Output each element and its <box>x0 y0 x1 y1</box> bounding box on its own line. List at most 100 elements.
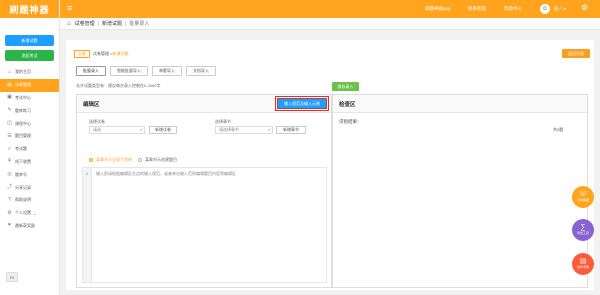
check-result-label: 识别结果： <box>339 119 362 124</box>
sidebar-item-manage[interactable]: ☰ 题目管理 <box>0 130 59 143</box>
sidebar-item-label: 个人设置 <box>15 210 31 216</box>
question-count: 共0题 <box>553 127 564 132</box>
sidebar-item-label: 题库号 <box>15 171 27 177</box>
sub-current: 新增试题 <box>112 50 129 56</box>
course-icon: ◫ <box>7 120 12 127</box>
save-input-button[interactable]: 保存录入 <box>332 82 359 91</box>
sub-path[interactable]: 试卷管理 > <box>93 51 112 57</box>
sidebar-item-label: 试卷管理 <box>15 82 31 88</box>
chevron-down-icon: ⌄ <box>33 210 37 216</box>
settings-icon: ⚙ <box>7 209 12 216</box>
breadcrumb-item-new[interactable]: 新增试题 <box>102 20 122 27</box>
paper-icon: ▤ <box>7 81 12 88</box>
sidebar-item-label: 课程中心 <box>15 120 31 126</box>
new-question-button[interactable]: 新增试题 <box>5 35 54 46</box>
app-download-link[interactable]: 刷题神器app <box>425 6 451 12</box>
sidebar-item-label: 题目管理 <box>15 133 31 139</box>
sidebar-menu: ⌂ 我的主页 ▤ 试卷管理 ▣ 考试中心 ✎ 题库练习 ◫ 课程中心 ☰ 题目管理 ✓ 考试题 ¥ 线下收费 ◎… <box>0 66 59 232</box>
exam-icon: ▣ <box>7 94 12 101</box>
breadcrumb-item-current: 批量录入 <box>129 21 150 27</box>
test-icon: ✓ <box>7 145 12 152</box>
fab-support[interactable]: ☏ 在线客服 <box>572 186 594 208</box>
home-icon: ⌂ <box>7 68 12 75</box>
tab-batch-input[interactable]: 批量录入 <box>76 66 106 76</box>
sidebar-item-label: 邀新获奖励 <box>15 222 35 228</box>
start-exam-button[interactable]: 发起考试 <box>5 50 54 61</box>
check-panel: 检查区 识别结果： 共0题 <box>332 94 588 288</box>
fab-export[interactable]: ∑ 导出工具 <box>572 219 594 241</box>
tab-single-import[interactable]: 单题导入 <box>152 66 182 76</box>
fab-manual[interactable]: ▤ 操作手册 <box>572 253 594 275</box>
back-to-list-button[interactable]: 返回列表 <box>562 49 590 58</box>
fab-manual-label: 操作手册 <box>576 265 589 270</box>
edit-panel: 编辑区 输入规范及输入示例 选择试卷 请选 ▾ 新增试卷 选择章节 请选择章节 … <box>76 94 332 288</box>
sidebar-item-help[interactable]: ? 帮助说明 <box>0 194 59 207</box>
main-card: 出卷 试卷管理 > 新增试题 返回列表 批量录入 智能批量导入 单题导入 文档导… <box>66 40 594 290</box>
radio-create[interactable] <box>138 158 142 162</box>
sidebar-item-fee[interactable]: ¥ 线下收费 <box>0 156 59 169</box>
sidebar-item-label: 考试中心 <box>15 94 31 100</box>
sidebar-item-label: 题库练习 <box>15 107 31 113</box>
sub-tag: 出卷 <box>74 49 90 58</box>
import-tabs: 批量录入 智能批量导入 单题导入 文档导入 <box>76 66 216 76</box>
tab-smart-import[interactable]: 智能批量导入 <box>110 66 148 76</box>
tab-doc-import[interactable]: 文档导入 <box>186 66 216 76</box>
input-hint: 允许试题类型有：建议每次录入控制在0-2000字 <box>76 83 161 88</box>
sidebar-item-settings[interactable]: ⚙ 个人设置 ⌄ <box>0 207 59 220</box>
breadcrumb-separator: | <box>97 20 99 27</box>
help-icon: ? <box>8 196 11 203</box>
home-icon[interactable]: ⌂ <box>67 21 71 27</box>
top-bar: ≡ 刷题神器app 联系客服 帮助中心 ☺ 赵八 ▾ ⚙ <box>60 0 600 18</box>
paper-select-value: 请选 <box>93 127 101 132</box>
fab-export-label: 导出工具 <box>576 231 589 236</box>
sidebar-item-label: 考试题 <box>15 146 27 152</box>
sidebar-item-bank[interactable]: ◎ 题库号 <box>0 168 59 181</box>
breadcrumb-item-papers[interactable]: 试卷管理 <box>75 20 95 27</box>
customer-service-link[interactable]: 联系客服 <box>468 6 486 12</box>
sidebar-item-practice[interactable]: ✎ 题库练习 <box>0 104 59 117</box>
add-chapter-button[interactable]: 新增章节 <box>276 126 306 134</box>
radio-underline-label[interactable]: 某章节示全部下划线 <box>96 157 132 163</box>
gear-icon[interactable]: ⚙ <box>581 3 588 12</box>
chapter-select-placeholder: 请选择章节 <box>219 127 239 132</box>
paper-label: 选择试卷 <box>89 119 105 124</box>
chevron-down-icon: ▾ <box>140 128 142 132</box>
username[interactable]: 赵八 <box>554 6 563 12</box>
sidebar: 刷题神器 新增试题 发起考试 ⌂ 我的主页 ▤ 试卷管理 ▣ 考试中心 ✎ 题库练习 ◫ 课程中心… <box>0 0 60 295</box>
practice-icon: ✎ <box>7 107 12 114</box>
chevron-down-icon[interactable]: ▾ <box>564 6 566 11</box>
app-logo[interactable]: 刷题神器 <box>0 0 59 18</box>
breadcrumb-separator: | <box>124 20 127 27</box>
menu-toggle-icon[interactable]: ≡ <box>67 4 72 13</box>
manage-icon: ☰ <box>7 132 12 139</box>
help-center-link[interactable]: 帮助中心 <box>504 6 522 12</box>
sidebar-item-paper[interactable]: ▤ 试卷管理 <box>0 78 59 92</box>
sidebar-item-label: 我的主页 <box>15 69 31 75</box>
radio-create-label[interactable]: 某章节示创建题目 <box>145 157 177 163</box>
share-icon: ⤴ <box>7 184 13 191</box>
sidebar-item-label: 分享记录 <box>15 184 31 190</box>
sidebar-item-test[interactable]: ✓ 考试题 <box>0 143 59 156</box>
collapse-sidebar-button[interactable]: Ri <box>6 272 18 282</box>
sidebar-item-course[interactable]: ◫ 课程中心 <box>0 117 59 130</box>
paper-select[interactable]: 请选 ▾ <box>89 126 145 134</box>
fab-support-label: 在线客服 <box>576 198 589 203</box>
chevron-down-icon: ▾ <box>268 128 270 132</box>
avatar[interactable]: ☺ <box>540 4 550 14</box>
sidebar-item-share[interactable]: ⤴ 分享记录 <box>0 181 59 194</box>
sidebar-item-home[interactable]: ⌂ 我的主页 <box>0 66 59 79</box>
sidebar-item-label: 帮助说明 <box>15 197 31 203</box>
question-editor[interactable]: 1 输入即请根据编辑区左边的输入规范，或者单击输入范例编辑题目内容到编辑区 <box>82 167 327 283</box>
add-paper-button[interactable]: 新增试卷 <box>149 126 177 134</box>
sidebar-item-invite[interactable]: ♥ 邀新获奖励 <box>0 220 59 233</box>
invite-icon: ♥ <box>8 222 11 229</box>
breadcrumb: ⌂ 试卷管理 | 新增试题 | 批量录入 <box>60 18 600 30</box>
radio-underline[interactable] <box>89 158 93 162</box>
editor-placeholder: 输入即请根据编辑区左边的输入规范，或者单击输入范例编辑题目内容到编辑区 <box>96 171 236 176</box>
sidebar-item-exam[interactable]: ▣ 考试中心 <box>0 92 59 105</box>
chapter-select[interactable]: 请选择章节 ▾ <box>215 126 273 134</box>
line-number: 1 <box>83 168 92 282</box>
sidebar-item-label: 线下收费 <box>15 158 31 164</box>
input-example-button[interactable]: 输入规范及输入示例 <box>275 96 329 111</box>
chapter-label: 选择章节 <box>215 119 231 124</box>
